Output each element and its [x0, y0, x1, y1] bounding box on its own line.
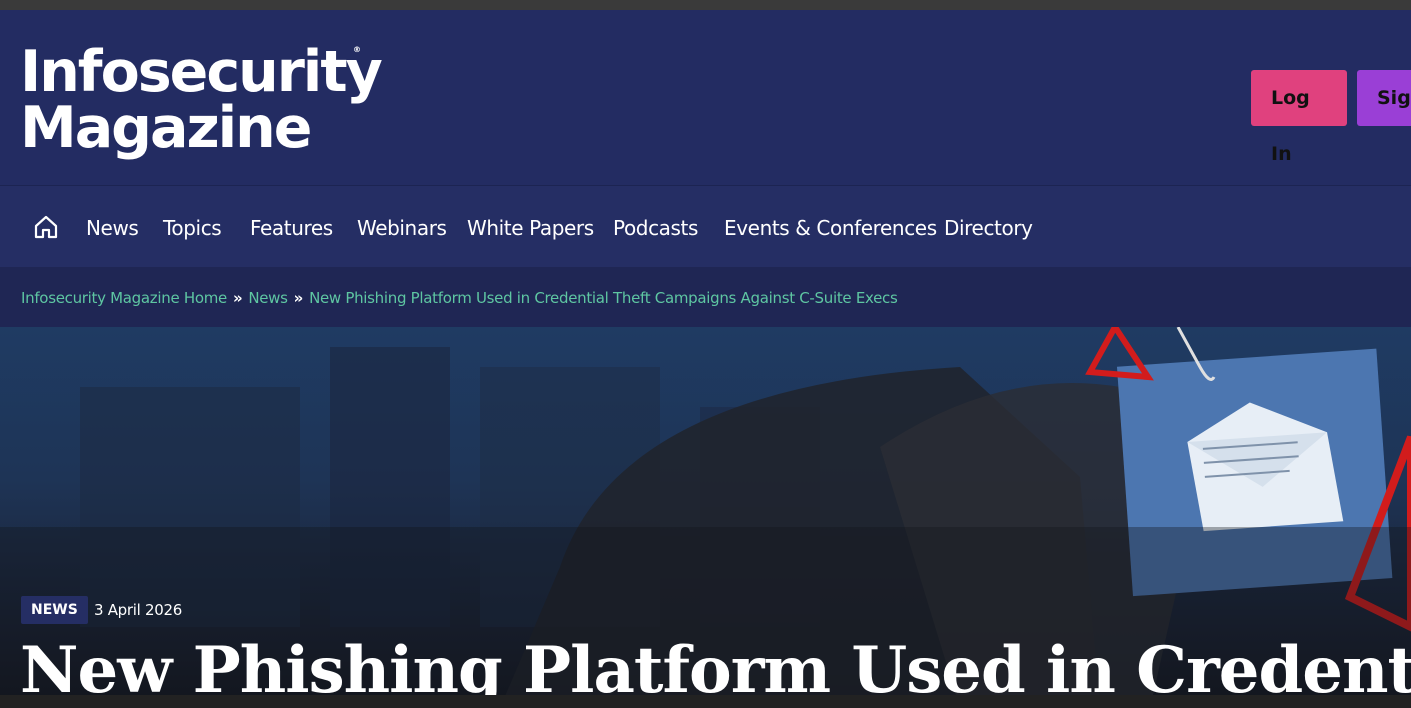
article-hero: NEWS 3 April 2026 New Phishing Platform … — [0, 327, 1411, 708]
breadcrumb-current-article[interactable]: New Phishing Platform Used in Credential… — [309, 289, 898, 307]
breadcrumb-separator: » — [293, 289, 304, 307]
logo-line-1: Infosecurity — [20, 39, 383, 105]
nav-item-webinars[interactable]: Webinars — [357, 216, 447, 240]
bottom-divider — [0, 695, 1411, 708]
login-button[interactable]: Log In — [1251, 70, 1347, 165]
publish-date: 3 April 2026 — [94, 601, 182, 619]
breadcrumb-row: Infosecurity Magazine Home » News » New Phis… — [21, 289, 898, 307]
main-navigation: News Topics Features Webinars White Pape… — [0, 185, 1411, 267]
nav-item-podcasts[interactable]: Podcasts — [613, 216, 698, 240]
breadcrumb-home-link[interactable]: Infosecurity Magazine Home — [21, 289, 227, 307]
nav-item-topics[interactable]: Topics — [163, 216, 222, 240]
home-icon[interactable] — [33, 214, 59, 240]
site-logo[interactable]: Infosecurity Magazine ® — [20, 39, 383, 161]
registered-mark: ® — [353, 45, 361, 54]
breadcrumb-separator: » — [232, 289, 243, 307]
nav-item-events-conferences[interactable]: Events & Conferences — [724, 216, 937, 240]
article-title: New Phishing Platform Used in Credential — [20, 633, 1411, 708]
logo-line-2: Magazine — [20, 95, 312, 161]
window-top-strip — [0, 0, 1411, 10]
signup-button[interactable]: Sign — [1357, 70, 1411, 126]
nav-item-news[interactable]: News — [86, 216, 139, 240]
breadcrumb-news-link[interactable]: News — [248, 289, 288, 307]
nav-item-features[interactable]: Features — [250, 216, 333, 240]
breadcrumb: Infosecurity Magazine Home » News » New Phis… — [0, 267, 1411, 327]
site-header: Infosecurity Magazine ® Log In Sign — [0, 10, 1411, 185]
category-badge[interactable]: NEWS — [21, 596, 88, 624]
nav-item-directory[interactable]: Directory — [944, 216, 1033, 240]
nav-item-white-papers[interactable]: White Papers — [467, 216, 594, 240]
